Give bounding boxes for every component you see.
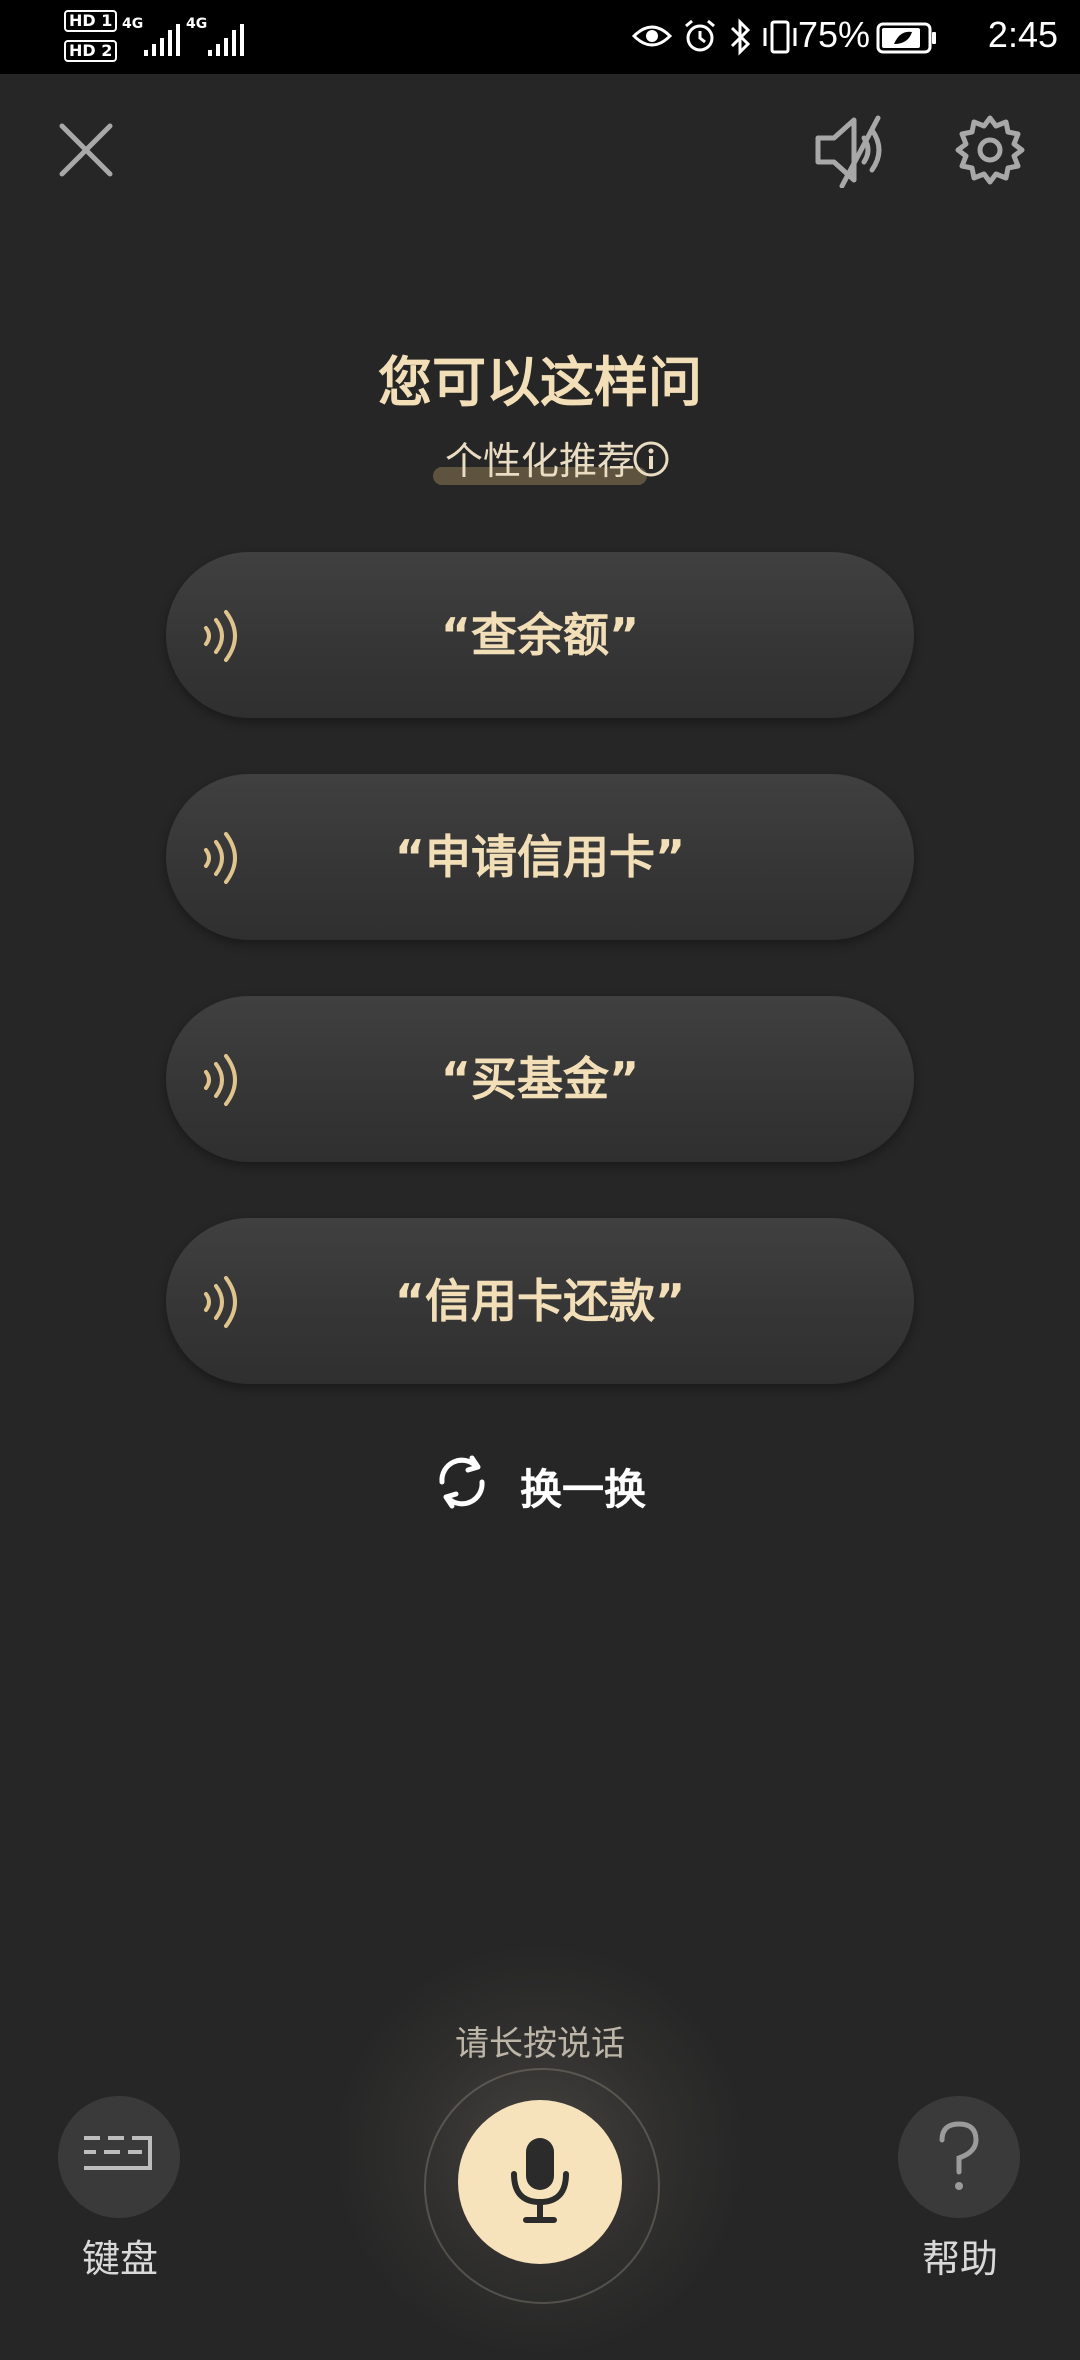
suggestion-list: “查余额” “申请信用卡” “买基金” “信用卡还款” — [166, 552, 914, 1440]
keyboard-icon — [84, 2136, 152, 2170]
suggestion-item[interactable]: “买基金” — [166, 996, 914, 1162]
refresh-label: 换一换 — [520, 1465, 647, 1514]
signal-bars-2-icon — [208, 24, 244, 56]
suggestion-label: “申请信用卡” — [394, 830, 686, 884]
status-bar: HD 1 HD 2 4G 4G 75% 2:45 — [0, 0, 1080, 74]
suggestion-item[interactable]: “信用卡还款” — [166, 1218, 914, 1384]
signal-bars-1-icon — [144, 24, 180, 56]
microphone-icon — [511, 2138, 569, 2223]
eye-icon — [632, 25, 672, 47]
bluetooth-icon — [730, 18, 751, 56]
network-type-2: 4G — [186, 16, 208, 32]
suggestion-label: “买基金” — [440, 1052, 640, 1106]
battery-percent: 75% — [797, 14, 870, 55]
subtitle-row: 个性化推荐 — [0, 430, 1080, 485]
clock: 2:45 — [987, 14, 1058, 55]
question-mark-icon — [939, 2121, 979, 2190]
microphone-button[interactable] — [458, 2100, 622, 2264]
press-to-talk-hint: 请长按说话 — [455, 2024, 625, 2064]
vibrate-icon — [763, 20, 797, 54]
sim1-badge: HD 1 — [64, 10, 118, 32]
sim2-badge: HD 2 — [64, 40, 118, 62]
gear-icon[interactable] — [954, 114, 1026, 186]
help-label: 帮助 — [921, 2237, 998, 2281]
personalized-recommendation-label: 个性化推荐 — [432, 430, 647, 485]
refresh-button[interactable]: 换一换 — [432, 1452, 672, 1514]
page-title: 您可以这样问 — [378, 351, 702, 414]
keyboard-button[interactable] — [58, 2096, 180, 2218]
subtitle-text: 个性化推荐 — [444, 439, 635, 483]
help-button[interactable] — [898, 2096, 1020, 2218]
suggestion-label: “信用卡还款” — [394, 1274, 686, 1328]
alarm-icon — [685, 19, 715, 52]
info-icon[interactable] — [632, 440, 670, 478]
suggestion-item[interactable]: “查余额” — [166, 552, 914, 718]
battery-icon — [876, 22, 936, 54]
speaker-muted-icon[interactable] — [812, 112, 892, 188]
network-type-1: 4G — [122, 16, 144, 32]
suggestion-item[interactable]: “申请信用卡” — [166, 774, 914, 940]
signal-group: HD 1 HD 2 4G 4G — [64, 10, 284, 66]
keyboard-label: 键盘 — [81, 2237, 158, 2281]
suggestion-label: “查余额” — [440, 608, 640, 662]
refresh-icon — [439, 1455, 485, 1509]
close-icon[interactable] — [56, 120, 116, 180]
